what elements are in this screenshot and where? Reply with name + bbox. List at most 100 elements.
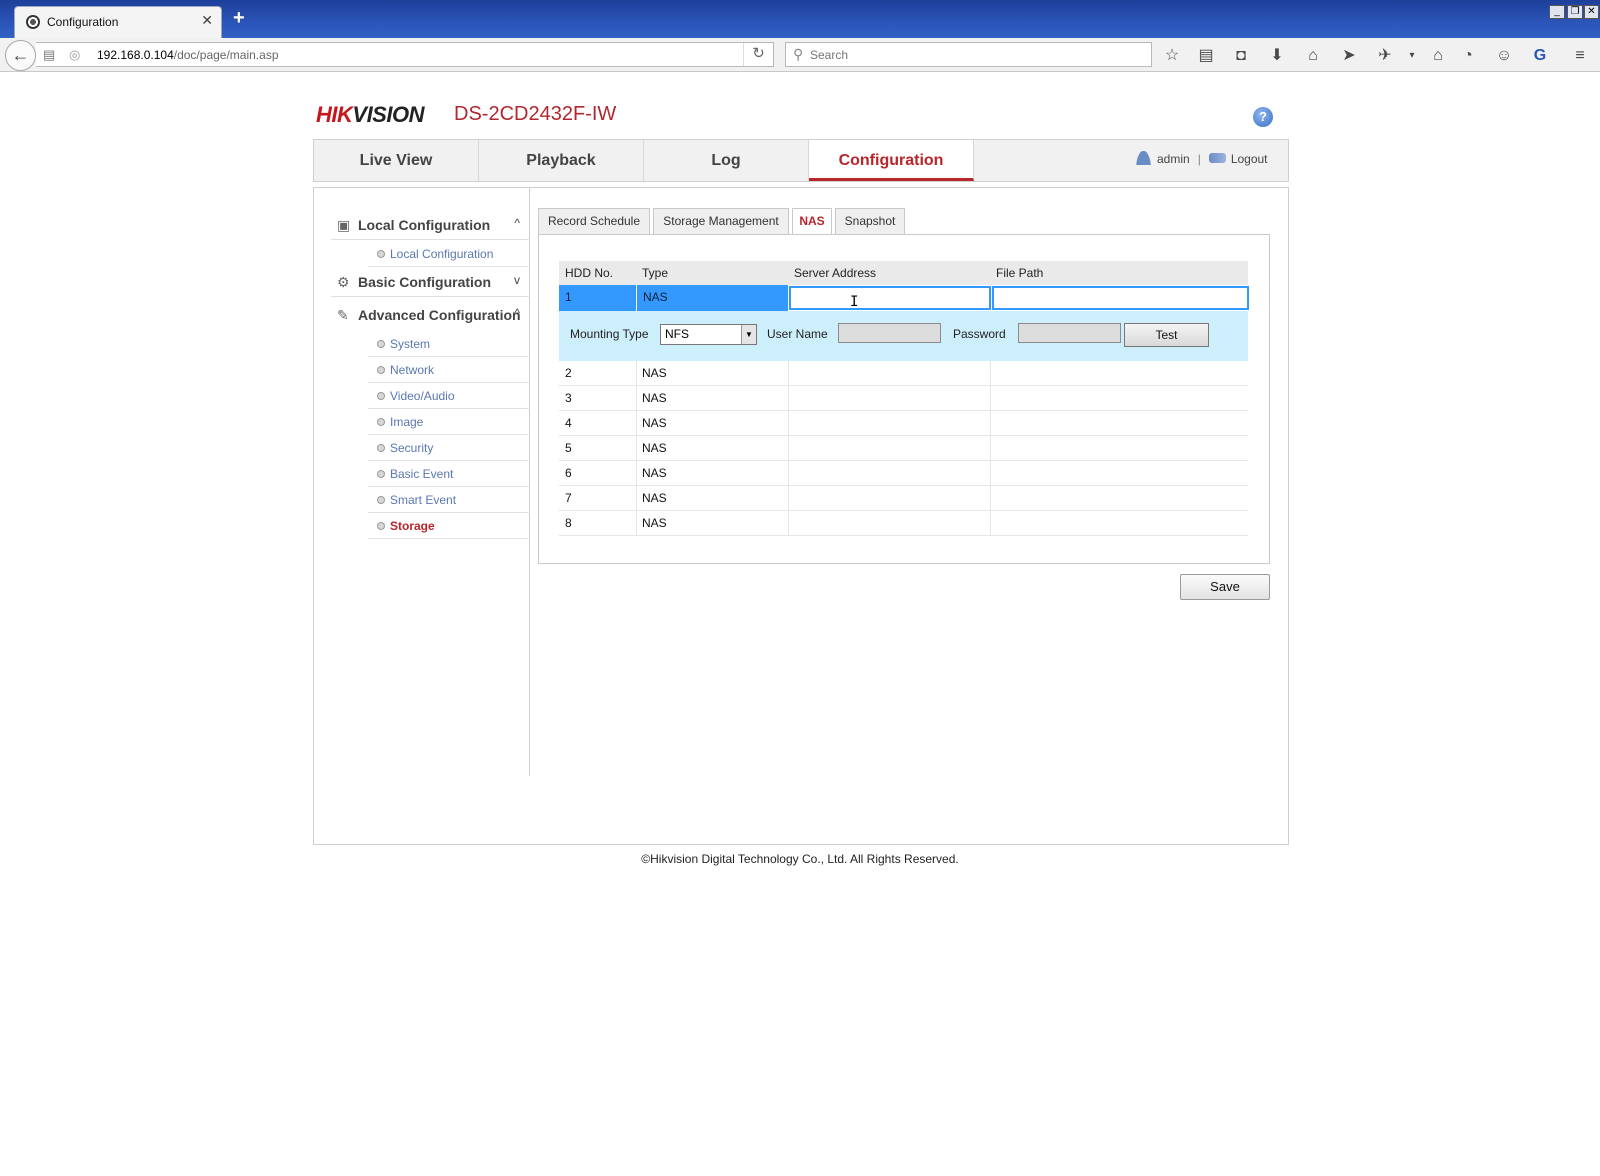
sidebar-group-local[interactable]: ▣ Local Configuration ^ <box>331 210 530 240</box>
bullet-icon <box>377 522 385 530</box>
mounting-type-label: Mounting Type <box>570 327 649 341</box>
bullet-icon <box>377 340 385 348</box>
content-panel: ▣ Local Configuration ^ Local Configurat… <box>313 187 1289 845</box>
tab-title: Configuration <box>47 15 119 29</box>
globe-icon: ◎ <box>69 47 81 62</box>
extension-icon[interactable]: ✈ <box>1375 46 1395 66</box>
user-area: admin | Logout <box>1136 151 1268 166</box>
save-button[interactable]: Save <box>1180 574 1270 600</box>
tab-storage-management[interactable]: Storage Management <box>653 208 789 235</box>
wrench-icon: ✎ <box>337 307 349 323</box>
hikvision-logo: HIKVISION <box>316 102 424 127</box>
tab-snapshot[interactable]: Snapshot <box>835 208 905 235</box>
close-window-icon[interactable]: ✕ <box>1584 5 1599 19</box>
user-name-input <box>838 323 941 343</box>
bullet-icon <box>377 418 385 426</box>
mounting-type-select[interactable]: NFS ▼ <box>660 324 757 345</box>
pocket-icon[interactable]: ◘ <box>1231 46 1251 66</box>
new-tab-icon[interactable]: + <box>233 7 245 30</box>
password-label: Password <box>953 327 1006 341</box>
sidebar-group-basic[interactable]: ⚙ Basic Configuration v <box>331 267 530 297</box>
table-row[interactable]: 2 NAS <box>559 361 1248 386</box>
chevron-down-icon: ▼ <box>741 325 756 344</box>
nas-panel: HDD No. Type Server Address File Path 1 … <box>538 234 1270 564</box>
search-box[interactable]: ⚲ <box>785 42 1152 67</box>
logout-icon[interactable] <box>1208 153 1226 163</box>
nav-playback[interactable]: Playback <box>479 140 644 181</box>
back-icon[interactable]: ← <box>5 40 36 71</box>
bullet-icon <box>377 470 385 478</box>
user-name-label: User Name <box>767 327 828 341</box>
monitor-icon: ▣ <box>337 217 351 233</box>
sidebar-item-smart-event[interactable]: Smart Event <box>368 487 530 513</box>
tab-nas[interactable]: NAS <box>792 208 832 235</box>
bullet-icon <box>377 392 385 400</box>
url-text[interactable]: 192.168.0.104/doc/page/main.asp <box>97 48 279 62</box>
nav-live-view[interactable]: Live View <box>314 140 479 181</box>
bullet-icon <box>377 366 385 374</box>
dropdown-icon[interactable]: ▾ <box>1402 46 1422 66</box>
gear-icon: ⚙ <box>337 274 350 290</box>
reload-icon[interactable]: ↻ <box>743 43 773 66</box>
chat-icon[interactable]: ☺ <box>1494 46 1514 66</box>
menu-icon[interactable]: ≡ <box>1570 46 1590 66</box>
table-row-selected[interactable]: 1 NAS <box>559 285 1249 311</box>
table-row[interactable]: 8 NAS <box>559 511 1248 536</box>
nav-configuration[interactable]: Configuration <box>809 140 974 181</box>
minimize-icon[interactable]: _ <box>1549 5 1565 19</box>
chevron-down-icon: v <box>514 273 520 287</box>
logout-link[interactable]: Logout <box>1231 152 1268 166</box>
url-bar[interactable]: ▤ ◎ 192.168.0.104/doc/page/main.asp ↻ <box>36 42 774 67</box>
nav-log[interactable]: Log <box>644 140 809 181</box>
separator: | <box>1197 152 1201 166</box>
user-icon <box>1136 151 1151 165</box>
tab-record-schedule[interactable]: Record Schedule <box>538 208 650 235</box>
sidebar-item-image[interactable]: Image <box>368 409 530 435</box>
sidebar-item-video-audio[interactable]: Video/Audio <box>368 383 530 409</box>
test-button[interactable]: Test <box>1124 323 1209 347</box>
password-input <box>1018 323 1121 343</box>
sidebar-item-local-configuration[interactable]: Local Configuration <box>368 241 530 267</box>
device-model: DS-2CD2432F-IW <box>454 103 617 125</box>
bullet-icon <box>377 496 385 504</box>
g-extension-icon[interactable]: G <box>1530 46 1550 66</box>
help-icon[interactable]: ? <box>1253 107 1273 127</box>
star-icon[interactable]: ☆ <box>1162 46 1182 66</box>
send-icon[interactable]: ➤ <box>1339 46 1359 66</box>
page-info-icon[interactable]: ▤ <box>43 47 55 63</box>
close-tab-icon[interactable]: ✕ <box>201 12 213 29</box>
text-cursor-icon: I <box>850 294 859 310</box>
username: admin <box>1157 152 1190 166</box>
sync-icon[interactable]: ⌂ <box>1428 46 1448 66</box>
bullet-icon <box>377 444 385 452</box>
camera-favicon-icon <box>26 15 40 29</box>
file-path-input[interactable] <box>992 286 1249 310</box>
table-row[interactable]: 4 NAS <box>559 411 1248 436</box>
server-address-input[interactable] <box>789 286 991 310</box>
header-file-path: File Path <box>996 266 1044 280</box>
sidebar-item-storage[interactable]: Storage <box>368 513 530 539</box>
sidebar-item-basic-event[interactable]: Basic Event <box>368 461 530 487</box>
sidebar-group-advanced[interactable]: ✎ Advanced Configuration ^ <box>331 300 530 330</box>
sidebar-item-security[interactable]: Security <box>368 435 530 461</box>
table-row[interactable]: 3 NAS <box>559 386 1248 411</box>
sidebar-item-system[interactable]: System <box>368 331 530 357</box>
mounting-row: Mounting Type NFS ▼ User Name Password T… <box>559 311 1248 361</box>
footer-copyright: ©Hikvision Digital Technology Co., Ltd. … <box>641 852 959 866</box>
table-row[interactable]: 5 NAS <box>559 436 1248 461</box>
home-icon[interactable]: ⌂ <box>1303 46 1323 66</box>
sidebar: ▣ Local Configuration ^ Local Configurat… <box>331 188 530 776</box>
table-row[interactable]: 7 NAS <box>559 486 1248 511</box>
table-row[interactable]: 6 NAS <box>559 461 1248 486</box>
header-type: Type <box>642 266 669 280</box>
cell-type: NAS <box>636 285 788 311</box>
browser-tab[interactable]: Configuration ✕ <box>14 6 222 38</box>
search-input[interactable] <box>810 45 1140 64</box>
restore-icon[interactable]: ❐ <box>1567 5 1583 19</box>
reader-icon[interactable]: ▤ <box>1196 46 1216 66</box>
search-icon: ⚲ <box>793 46 804 62</box>
history-icon[interactable]: ◔ <box>1458 46 1478 66</box>
browser-navbar: ← ▤ ◎ 192.168.0.104/doc/page/main.asp ↻ … <box>0 38 1600 72</box>
sidebar-item-network[interactable]: Network <box>368 357 530 383</box>
download-icon[interactable]: ⬇ <box>1267 46 1287 66</box>
